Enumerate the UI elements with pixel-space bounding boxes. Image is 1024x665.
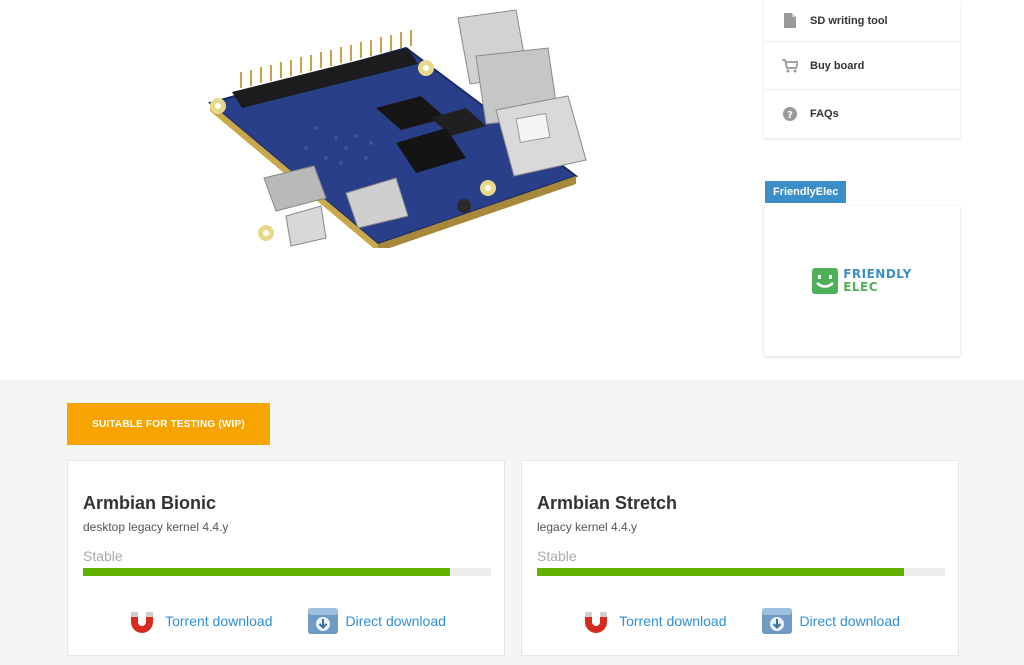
download-box-icon xyxy=(307,605,339,637)
sidenav-item-label: SD writing tool xyxy=(810,14,888,27)
vendor-logo-line2: ELEC xyxy=(843,280,879,294)
direct-download-link[interactable]: Direct download xyxy=(307,605,446,637)
direct-download-label: Direct download xyxy=(345,613,446,629)
stability-label: Stable xyxy=(83,548,123,564)
stability-bar xyxy=(537,568,945,576)
build-title: Armbian Bionic xyxy=(83,493,217,513)
magnet-icon xyxy=(126,605,158,637)
cart-icon xyxy=(782,58,798,74)
stability-label: Stable xyxy=(537,548,577,564)
board-image xyxy=(207,9,587,248)
sidenav-item-buy-board[interactable]: Buy board xyxy=(764,42,960,90)
board-header: SD writing tool Buy board ? FAQs Friendl… xyxy=(0,0,1024,380)
build-title: Armbian Stretch xyxy=(537,493,678,513)
torrent-download-label: Torrent download xyxy=(165,613,273,629)
build-subtitle: desktop legacy kernel 4.4.y xyxy=(83,520,229,534)
sidenav-item-sd-writing-tool[interactable]: SD writing tool xyxy=(764,0,960,42)
torrent-download-link[interactable]: Torrent download xyxy=(126,605,273,637)
friendlyelec-logo-icon xyxy=(812,268,839,294)
download-box-icon xyxy=(761,605,793,637)
build-card: Armbian Bionic desktop legacy kernel 4.4… xyxy=(67,460,505,656)
sidenav-item-faqs[interactable]: ? FAQs xyxy=(764,90,960,138)
stability-bar-fill xyxy=(537,568,905,576)
build-card: Armbian Stretch legacy kernel 4.4.y Stab… xyxy=(521,460,959,656)
direct-download-link[interactable]: Direct download xyxy=(761,605,900,637)
vendor-tag[interactable]: FriendlyElec xyxy=(765,181,847,203)
magnet-icon xyxy=(580,605,612,637)
sidenav-item-label: FAQs xyxy=(810,108,839,120)
question-icon: ? xyxy=(782,106,798,122)
stability-bar xyxy=(83,568,491,576)
downloads-section: SUITABLE FOR TESTING (WIP) Armbian Bioni… xyxy=(0,380,1024,665)
build-subtitle: legacy kernel 4.4.y xyxy=(537,520,638,534)
file-icon xyxy=(782,13,798,29)
sidenav-item-label: Buy board xyxy=(810,59,865,72)
svg-text:?: ? xyxy=(787,110,793,121)
vendor-logo: FRIENDLY ELEC xyxy=(812,268,912,294)
direct-download-label: Direct download xyxy=(799,613,900,629)
torrent-download-link[interactable]: Torrent download xyxy=(580,605,727,637)
status-badge: SUITABLE FOR TESTING (WIP) xyxy=(67,403,270,445)
side-menu: SD writing tool Buy board ? FAQs xyxy=(764,0,960,138)
torrent-download-label: Torrent download xyxy=(619,613,727,629)
stability-bar-fill xyxy=(83,568,451,576)
vendor-logo-card[interactable]: FRIENDLY ELEC xyxy=(764,206,960,356)
